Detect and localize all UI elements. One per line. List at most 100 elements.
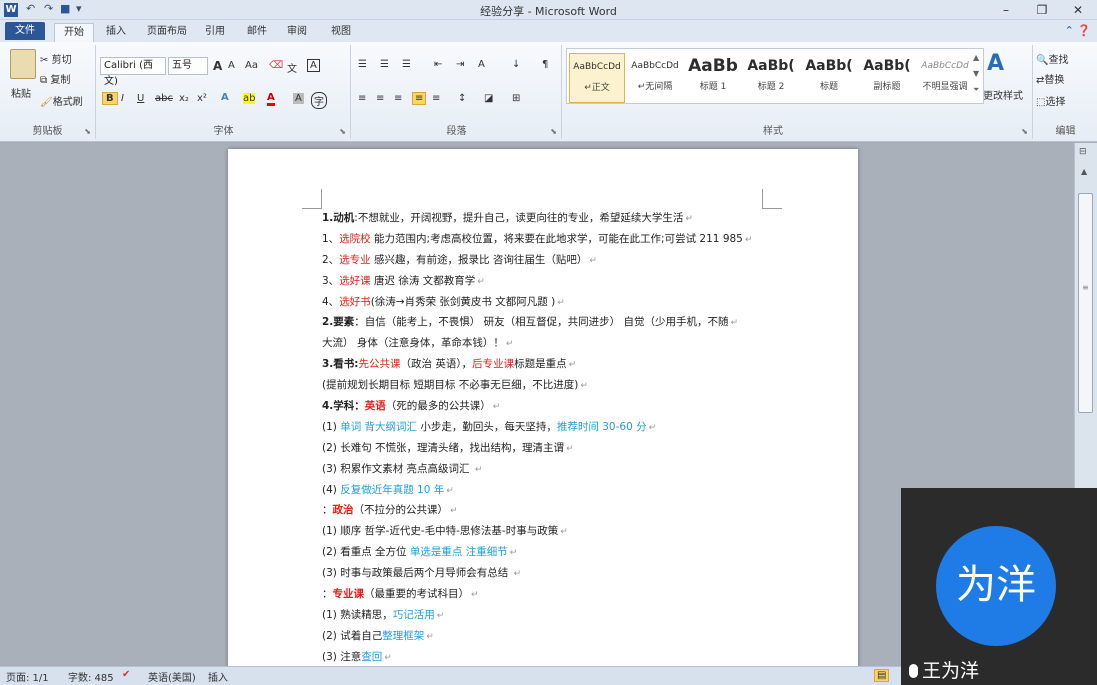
document-line[interactable]: (1) 熟读精思，巧记活用 ↵ [322,605,782,626]
strikethrough-button[interactable]: abc [155,93,173,104]
page-count[interactable]: 页面: 1/1 [6,669,49,684]
underline-button[interactable]: U [137,93,144,104]
document-line[interactable]: 4、选好书(徐涛→肖秀荣 张剑黄皮书 文都阿凡题 ) ↵ [322,292,782,313]
document-line[interactable]: 1.动机:不想就业，开阔视野，提升自己，读更向往的专业，希望延续大学生活 ↵ [322,208,782,229]
proofing-icon[interactable]: ✔ [122,669,130,680]
align-center-button[interactable]: ≡ [376,93,384,104]
show-marks-button[interactable]: ¶ [542,59,548,70]
tab-home[interactable]: 开始 [54,23,94,42]
multilevel-list-button[interactable]: ☰ [402,59,411,70]
insert-mode[interactable]: 插入 [208,669,228,684]
copy-button[interactable]: 复制 [50,75,70,86]
close-button[interactable]: ✕ [1060,0,1096,20]
tab-file[interactable]: 文件 [5,22,45,40]
char-border-button[interactable]: A [307,59,320,72]
tab-review[interactable]: 审阅 [282,23,312,42]
document-line[interactable]: 2、选专业 感兴趣，有前途，报录比 咨询往届生（贴吧） ↵ [322,250,782,271]
style-subtitle[interactable]: AaBb( 副标题 [859,53,915,103]
ruler-toggle-icon[interactable]: ⊟ [1079,147,1087,157]
document-line[interactable]: 大流） 身体（注意身体，革命本钱）！ ↵ [322,333,782,354]
text-effects-button[interactable]: A [221,92,229,103]
styles-launcher-icon[interactable]: ⬊ [1021,127,1028,136]
document-line[interactable]: (提前规划长期目标 短期目标 不必事无巨细，不比进度) ↵ [322,375,782,396]
justify-button[interactable]: ≡ [412,92,427,105]
document-line[interactable]: ：政治（不拉分的公共课） ↵ [322,500,782,521]
document-line[interactable]: (3) 积累作文素材 亮点高级词汇 ↵ [322,459,782,480]
decrease-indent-button[interactable]: ⇤ [434,59,442,70]
restore-button[interactable]: ❐ [1024,0,1060,20]
gallery-scroll-down-icon[interactable]: ▼ [973,69,979,78]
minimize-button[interactable]: – [988,0,1024,20]
document-line[interactable]: (3) 时事与政策最后两个月导师会有总结 ↵ [322,563,782,584]
style-heading-2[interactable]: AaBb( 标题 2 [743,53,799,103]
document-line[interactable]: 1、选院校 能力范围内;考虑高校位置，将来要在此地求学，可能在此工作;可尝试 2… [322,229,782,250]
paragraph-launcher-icon[interactable]: ⬊ [550,127,557,136]
document-line[interactable]: 4.学科：英语（死的最多的公共课） ↵ [322,396,782,417]
language-indicator[interactable]: 英语(美国) [148,669,196,684]
style-heading-1[interactable]: AaBb 标题 1 [685,53,741,103]
asian-layout-button[interactable]: A [478,59,485,70]
style-no-spacing[interactable]: AaBbCcDd ↵无间隔 [627,53,683,103]
style-subtle-emphasis[interactable]: AaBbCcDd 不明显强调 [917,53,973,103]
superscript-button[interactable]: x² [197,93,207,104]
document-line[interactable]: 2.要素：自信（能考上，不畏惧） 研友（相互督促，共同进步） 自觉（少用手机，不… [322,312,782,333]
clear-format-button[interactable]: ⌫ [269,60,283,71]
gallery-scroll-up-icon[interactable]: ▲ [973,53,979,62]
borders-button[interactable]: ⊞ [512,93,520,104]
tab-page-layout[interactable]: 页面布局 [140,23,194,42]
align-right-button[interactable]: ≡ [394,93,402,104]
phonetic-guide-button[interactable]: 文 [287,60,297,75]
document-line[interactable]: 3.看书:先公共课（政治 英语），后专业课标题是重点 ↵ [322,354,782,375]
document-page[interactable]: 1.动机:不想就业，开阔视野，提升自己，读更向往的专业，希望延续大学生活 ↵ 1、选… [228,149,858,669]
document-line[interactable]: (4) 反复做近年真题 10 年 ↵ [322,480,782,501]
select-button[interactable]: 选择 [1045,97,1065,108]
document-line[interactable]: (2) 长难句 不慌张，理清头绪，找出结构，理清主谓 ↵ [322,438,782,459]
change-styles-button[interactable]: 更改样式 [983,87,1023,102]
document-line[interactable]: ：专业课（最重要的考试科目） ↵ [322,584,782,605]
align-left-button[interactable]: ≡ [358,93,366,104]
tab-view[interactable]: 视图 [326,23,356,42]
grow-font-button[interactable]: A [213,59,222,73]
paste-icon[interactable] [10,49,36,79]
font-name-combo[interactable]: Calibri (西文) [100,57,166,87]
scroll-thumb[interactable] [1078,193,1093,413]
style-title[interactable]: AaBb( 标题 [801,53,857,103]
replace-button[interactable]: 替换 [1044,75,1064,86]
sort-button[interactable]: ↓ [512,59,520,70]
document-line[interactable]: (1) 顺序 哲学-近代史-毛中特-思修法基-时事与政策 ↵ [322,521,782,542]
document-line[interactable]: (3) 注意查回 ↵ [322,647,782,668]
clipboard-launcher-icon[interactable]: ⬊ [84,127,91,136]
enclose-char-button[interactable]: 字 [311,92,327,109]
italic-button[interactable]: I [121,93,124,104]
shrink-font-button[interactable]: A [228,60,235,71]
style-normal[interactable]: AaBbCcDd ↵正文 [569,53,625,103]
scroll-up-icon[interactable]: ▲ [1081,167,1087,176]
paste-button[interactable]: 粘贴 [11,85,31,100]
shading-button[interactable]: ◪ [484,93,493,104]
bullets-button[interactable]: ☰ [358,59,367,70]
word-count[interactable]: 字数: 485 [68,669,114,684]
document-line[interactable]: (1) 单词 背大纲词汇 小步走，勤回头，每天坚持，推荐时间 30-60 分 ↵ [322,417,782,438]
bold-button[interactable]: B [102,92,118,105]
increase-indent-button[interactable]: ⇥ [456,59,464,70]
tab-insert[interactable]: 插入 [99,23,133,42]
document-line[interactable]: 3、选好课 唐迟 徐涛 文都教育学 ↵ [322,271,782,292]
print-layout-icon[interactable]: ▤ [874,669,890,682]
document-line[interactable]: (2) 看重点 全方位 单选是重点 注重细节 ↵ [322,542,782,563]
subscript-button[interactable]: x₂ [179,93,189,104]
document-text[interactable]: 1.动机:不想就业，开阔视野，提升自己，读更向往的专业，希望延续大学生活 ↵ 1、选… [322,208,782,669]
document-line[interactable]: (2) 试着自己整理框架 ↵ [322,626,782,647]
font-launcher-icon[interactable]: ⬊ [339,127,346,136]
video-call-tile[interactable]: 为洋 王为洋 [901,488,1097,685]
distributed-button[interactable]: ≡ [432,93,440,104]
change-case-button[interactable]: Aa [245,60,258,71]
help-icon[interactable]: ⌃ ❓ [1065,24,1091,37]
line-spacing-button[interactable]: ↕ [458,93,466,104]
font-color-button[interactable]: A [267,92,275,106]
tab-mailings[interactable]: 邮件 [242,23,272,42]
char-shading-button[interactable]: A [293,93,304,104]
cut-button[interactable]: 剪切 [52,55,72,66]
tab-references[interactable]: 引用 [200,23,230,42]
find-button[interactable]: 查找 [1048,55,1068,66]
format-painter-button[interactable]: 格式刷 [53,97,83,108]
